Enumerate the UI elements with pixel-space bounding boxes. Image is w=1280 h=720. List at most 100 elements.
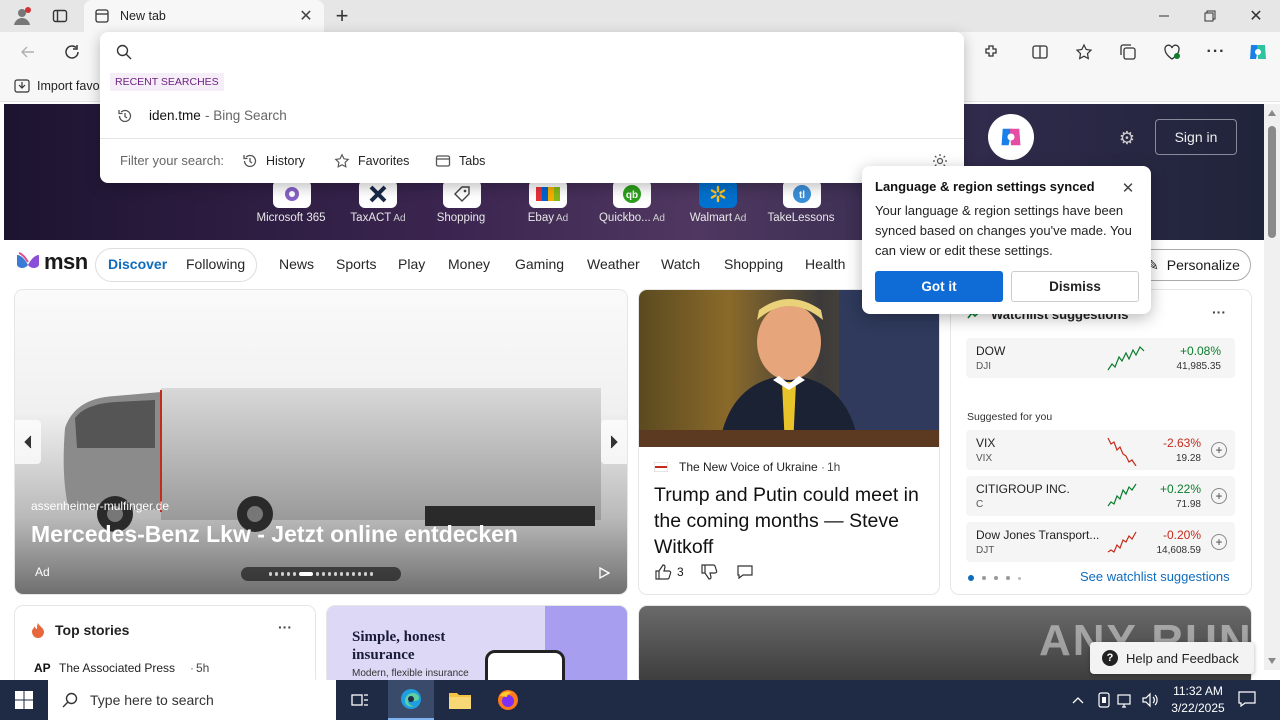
taskbar-search-box[interactable]: Type here to search (48, 680, 336, 720)
carousel-dot[interactable] (364, 572, 367, 576)
ad-headline[interactable]: Mercedes-Benz Lkw - Jetzt online entdeck… (31, 521, 518, 548)
notification-icon[interactable] (1236, 688, 1258, 710)
tab-following[interactable]: Following (186, 256, 245, 272)
extensions-icon[interactable] (980, 40, 1004, 64)
profile-icon[interactable] (8, 4, 36, 28)
tab-actions-icon[interactable] (48, 4, 72, 28)
file-explorer-icon[interactable] (438, 680, 482, 720)
nav-news[interactable]: News (279, 256, 314, 272)
windows-start-icon[interactable] (0, 680, 48, 720)
like-icon[interactable] (653, 562, 673, 582)
filter-history[interactable]: History (242, 150, 305, 172)
page-scrollbar[interactable] (1264, 104, 1280, 670)
close-window-icon[interactable]: ✕ (1240, 4, 1272, 28)
minimize-icon[interactable] (1148, 4, 1180, 28)
carousel-dot[interactable] (328, 572, 331, 576)
news-card[interactable]: The New Voice of Ukraine · 1h Trump and … (639, 290, 939, 594)
carousel-dot[interactable] (316, 572, 319, 576)
carousel-dot[interactable] (269, 572, 272, 576)
carousel-dot[interactable] (293, 572, 296, 576)
carousel-dot[interactable] (340, 572, 343, 576)
stock-row-citigroup[interactable]: CITIGROUP INC. C +0.22% 71.98 + (966, 476, 1235, 516)
nav-watch[interactable]: Watch (661, 256, 700, 272)
carousel-dot[interactable] (322, 572, 325, 576)
tile-takelessons[interactable]: tl TakeLessons (764, 180, 840, 224)
msn-logo[interactable]: msn (44, 249, 88, 275)
stock-row-dow[interactable]: DOW DJI +0.08% 41,985.35 (966, 338, 1235, 378)
taskbar-date[interactable]: 3/22/2025 (1168, 701, 1228, 715)
pager-dot[interactable] (968, 575, 974, 581)
pager-dot[interactable] (982, 576, 986, 580)
nav-weather[interactable]: Weather (587, 256, 640, 272)
carousel-dot[interactable] (287, 572, 290, 576)
add-to-watchlist-icon[interactable]: + (1211, 442, 1227, 458)
firefox-icon[interactable] (486, 680, 530, 720)
tray-chevron-icon[interactable] (1068, 690, 1088, 710)
ad-choices-icon[interactable] (595, 564, 613, 582)
insurance-ad-card[interactable]: Simple, honest insurance Modern, flexibl… (327, 606, 627, 686)
personalize-button[interactable]: ✎ Personalize (1136, 249, 1251, 281)
stock-row-djt[interactable]: Dow Jones Transport... DJT -0.20% 14,608… (966, 522, 1235, 562)
back-icon[interactable] (16, 40, 40, 64)
tab-new-tab[interactable]: New tab ✕ (84, 0, 324, 32)
nav-play[interactable]: Play (398, 256, 425, 272)
refresh-icon[interactable] (60, 40, 84, 64)
copilot-icon[interactable] (1244, 38, 1272, 66)
volume-icon[interactable] (1140, 690, 1160, 710)
nav-gaming[interactable]: Gaming (515, 256, 564, 272)
settings-more-icon[interactable]: ··· (1204, 40, 1228, 64)
scroll-up-arrow[interactable] (1268, 110, 1276, 116)
carousel-dot[interactable] (334, 572, 337, 576)
comment-icon[interactable] (735, 562, 755, 582)
carousel-dot[interactable] (346, 572, 349, 576)
pager-dot[interactable] (1006, 576, 1010, 580)
nav-sports[interactable]: Sports (336, 256, 376, 272)
carousel-dot[interactable] (281, 572, 284, 576)
edge-taskbar-icon[interactable] (388, 680, 434, 720)
dismiss-button[interactable]: Dismiss (1011, 271, 1139, 302)
ad-carousel-card[interactable]: assenheimer-mulfinger.de Mercedes-Benz L… (15, 290, 627, 594)
carousel-dot[interactable] (275, 572, 278, 576)
tile-quickbooks[interactable]: qb Quickbo... Ad (594, 180, 670, 224)
split-screen-icon[interactable] (1028, 40, 1052, 64)
tab-discover[interactable]: Discover (108, 256, 167, 272)
tile-ebay[interactable]: Ebay Ad (510, 180, 586, 224)
taskbar-time[interactable]: 11:32 AM (1168, 684, 1228, 698)
copilot-page-icon[interactable] (988, 114, 1034, 160)
scroll-thumb[interactable] (1268, 126, 1276, 238)
task-view-icon[interactable] (340, 680, 380, 720)
carousel-next-button[interactable] (601, 420, 627, 464)
tile-walmart[interactable]: Walmart Ad (680, 180, 756, 224)
scroll-down-arrow[interactable] (1268, 658, 1276, 664)
dislike-icon[interactable] (699, 562, 719, 582)
nav-health[interactable]: Health (805, 256, 845, 272)
tile-microsoft-365[interactable]: Microsoft 365 (254, 180, 330, 224)
nav-shopping[interactable]: Shopping (724, 256, 783, 272)
add-to-watchlist-icon[interactable]: + (1211, 534, 1227, 550)
network-icon[interactable] (1116, 690, 1136, 710)
close-tab-icon[interactable]: ✕ (298, 8, 314, 25)
tray-device-icon[interactable] (1094, 690, 1114, 710)
carousel-dot[interactable] (352, 572, 355, 576)
stock-row-vix[interactable]: VIX VIX -2.63% 19.28 + (966, 430, 1235, 470)
popup-close-icon[interactable]: ✕ (1118, 178, 1138, 198)
news-headline[interactable]: Trump and Putin could meet in the coming… (654, 482, 924, 560)
carousel-prev-button[interactable] (15, 420, 41, 464)
filter-favorites[interactable]: Favorites (334, 150, 409, 172)
top-stories-more-icon[interactable]: ··· (278, 619, 292, 635)
sign-in-button[interactable]: Sign in (1155, 119, 1237, 155)
collections-icon[interactable] (1116, 40, 1140, 64)
browser-essentials-icon[interactable] (1160, 40, 1184, 64)
tile-shopping[interactable]: Shopping (424, 180, 500, 224)
page-settings-icon[interactable]: ⚙ (1115, 126, 1139, 150)
nav-money[interactable]: Money (448, 256, 490, 272)
carousel-dot[interactable] (299, 572, 313, 576)
pager-dot[interactable] (994, 576, 998, 580)
watchlist-more-icon[interactable]: ··· (1212, 304, 1226, 320)
filter-tabs[interactable]: Tabs (435, 150, 485, 172)
new-tab-icon[interactable]: + (330, 3, 354, 28)
favorites-icon[interactable] (1072, 40, 1096, 64)
see-watchlist-link[interactable]: See watchlist suggestions (1080, 569, 1230, 584)
got-it-button[interactable]: Got it (875, 271, 1003, 302)
carousel-dot[interactable] (370, 572, 373, 576)
